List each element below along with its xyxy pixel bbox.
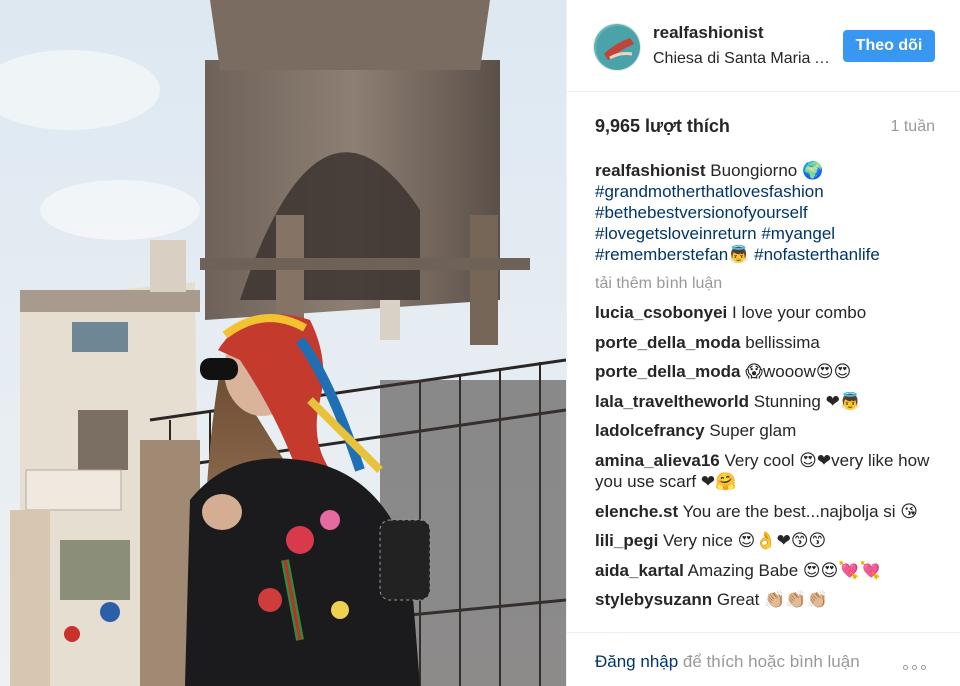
comment-username[interactable]: aida_kartal	[595, 561, 684, 580]
follow-button[interactable]: Theo dõi	[843, 30, 935, 62]
comment-text: Stunning ❤👼	[753, 391, 861, 411]
hashtag-link[interactable]: #bethebestversionofyourself	[595, 203, 808, 222]
post-image	[0, 0, 566, 686]
comment-text: You are the best...najbolja si 😘	[682, 501, 918, 521]
post-age[interactable]: 1 tuần	[891, 118, 935, 136]
hashtag-link[interactable]: #nofasterthanlife	[754, 245, 880, 264]
comment-item: stylebysuzann Great 👏🏼👏🏼👏🏼	[595, 589, 941, 611]
comment-username[interactable]: stylebysuzann	[595, 590, 712, 609]
comment-item: porte_della_moda 😱wooow😍😍	[595, 361, 941, 383]
login-prompt-text: để thích hoặc bình luận	[682, 652, 860, 671]
post-side-panel: realfashionist Chiesa di Santa Maria Ant…	[566, 0, 960, 686]
comment-item: lala_traveltheworld Stunning ❤👼	[595, 391, 941, 413]
comment-item: lucia_csobonyei I love your combo	[595, 302, 941, 324]
comment-text: 😱wooow😍😍	[745, 362, 852, 381]
hashtag-link[interactable]: #grandmotherthatlovesfashion	[595, 182, 824, 201]
comment-username[interactable]: lala_traveltheworld	[595, 392, 749, 411]
likes-row: 9,965 lượt thích 1 tuần	[595, 116, 935, 140]
comments-list[interactable]: realfashionist Buongiorno 🌍 #grandmother…	[595, 160, 941, 630]
header-username[interactable]: realfashionist	[653, 23, 764, 43]
comment-text: Very nice 😍👌❤😙😙	[663, 531, 827, 550]
comment-item: elenche.st You are the best...najbolja s…	[595, 501, 941, 523]
comment-text: I love your combo	[732, 303, 867, 322]
comment-username[interactable]: porte_della_moda	[595, 333, 741, 352]
hashtag-link[interactable]: #rememberstefan👼	[595, 245, 749, 264]
caption: realfashionist Buongiorno 🌍 #grandmother…	[595, 160, 941, 265]
comment-username[interactable]: lucia_csobonyei	[595, 303, 727, 322]
location-link[interactable]: Chiesa di Santa Maria Antica	[653, 50, 831, 68]
login-link[interactable]: Đăng nhập	[595, 652, 678, 671]
comment-item: porte_della_moda bellissima	[595, 332, 941, 354]
comment-text: bellissima	[745, 332, 820, 352]
comment-item: ladolcefrancy Super glam	[595, 420, 941, 442]
post-footer: Đăng nhập để thích hoặc bình luận	[567, 632, 960, 686]
post-header: realfashionist Chiesa di Santa Maria Ant…	[567, 0, 960, 92]
avatar-image	[594, 24, 640, 70]
caption-username[interactable]: realfashionist	[595, 161, 706, 180]
caption-text: Buongiorno 🌍	[710, 161, 824, 180]
comment-username[interactable]: porte_della_moda	[595, 362, 741, 381]
login-prompt: Đăng nhập để thích hoặc bình luận	[595, 651, 885, 673]
comment-text: Great 👏🏼👏🏼👏🏼	[716, 590, 828, 609]
comment-item: aida_kartal Amazing Babe 😍😍💘💘	[595, 560, 941, 582]
likes-count[interactable]: 9,965 lượt thích	[595, 116, 730, 137]
post-photo[interactable]	[0, 0, 566, 686]
hashtag-link[interactable]: #myangel	[761, 224, 835, 243]
comment-text: Amazing Babe 😍😍💘💘	[687, 560, 881, 580]
comment-item: lili_pegi Very nice 😍👌❤😙😙	[595, 530, 941, 552]
comment-username[interactable]: ladolcefrancy	[595, 421, 705, 440]
avatar[interactable]	[593, 23, 641, 71]
comment-item: amina_alieva16 Very cool 😍❤very like how…	[595, 450, 941, 493]
comment-username[interactable]: amina_alieva16	[595, 451, 720, 470]
load-more-comments[interactable]: tải thêm bình luận	[595, 273, 941, 295]
comment-username[interactable]: lili_pegi	[595, 531, 658, 550]
comment-username[interactable]: elenche.st	[595, 502, 678, 521]
hashtag-link[interactable]: #lovegetsloveinreturn	[595, 224, 757, 243]
ellipsis-icon[interactable]	[903, 657, 937, 673]
comment-text: Super glam	[709, 421, 797, 440]
